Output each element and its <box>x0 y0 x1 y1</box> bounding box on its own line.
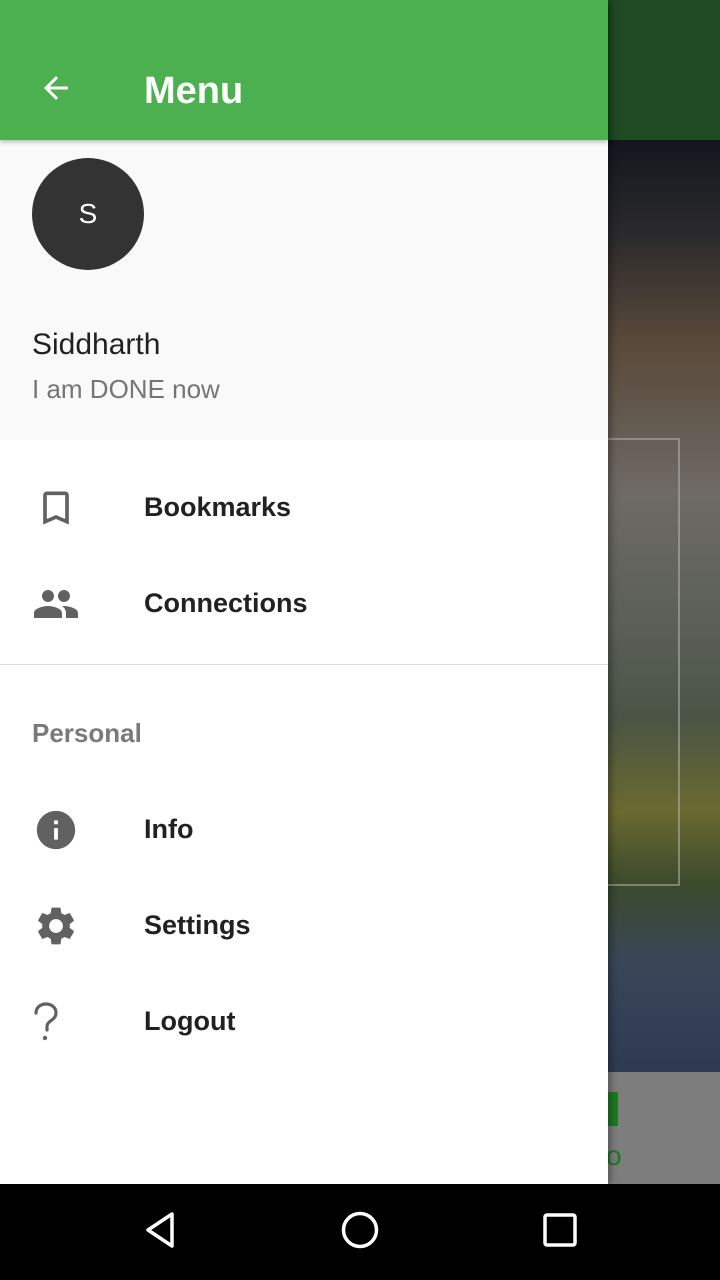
menu-item-label: Settings <box>144 910 251 940</box>
navigation-drawer: Menu S Siddharth I am DONE now Bookmarks… <box>0 0 608 1184</box>
system-navigation-bar <box>0 1184 720 1280</box>
user-name: Siddharth <box>32 328 161 361</box>
nav-recents-button[interactable] <box>536 1208 584 1256</box>
info-icon <box>32 806 80 854</box>
drawer-toolbar: Menu <box>0 0 608 140</box>
menu-item-logout[interactable]: Logout <box>0 974 608 1070</box>
menu-item-label: Connections <box>144 588 308 618</box>
recents-nav-icon <box>542 1212 578 1253</box>
back-button[interactable] <box>24 58 88 122</box>
people-icon <box>32 580 80 628</box>
background-tab-label: o <box>606 1140 622 1171</box>
nav-back-button[interactable] <box>136 1208 184 1256</box>
avatar[interactable]: S <box>32 158 144 270</box>
divider <box>0 664 608 665</box>
menu-item-label: Logout <box>144 1006 236 1036</box>
home-nav-icon <box>340 1210 380 1255</box>
nav-home-button[interactable] <box>336 1208 384 1256</box>
avatar-initial: S <box>78 198 98 229</box>
back-nav-icon <box>140 1210 180 1255</box>
question-mark-icon <box>32 998 80 1046</box>
profile-header: S Siddharth I am DONE now <box>0 140 608 440</box>
page-title: Menu <box>144 70 244 112</box>
menu-item-info[interactable]: Info <box>0 782 608 878</box>
menu-item-label: Info <box>144 814 194 844</box>
section-title-personal: Personal <box>32 718 142 748</box>
arrow-back-icon <box>38 70 74 111</box>
menu-item-connections[interactable]: Connections <box>0 556 608 652</box>
menu-item-label: Bookmarks <box>144 492 292 522</box>
gear-icon <box>32 902 80 950</box>
menu-item-bookmarks[interactable]: Bookmarks <box>0 460 608 556</box>
menu-item-settings[interactable]: Settings <box>0 878 608 974</box>
bookmark-icon <box>32 484 80 532</box>
user-status: I am DONE now <box>32 374 220 404</box>
